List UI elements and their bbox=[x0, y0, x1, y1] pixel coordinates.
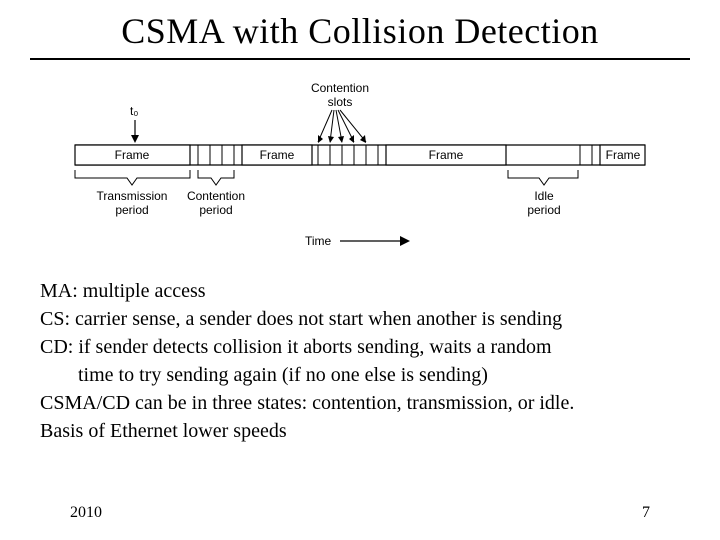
body-text: MA: multiple access CS: carrier sense, a… bbox=[40, 278, 680, 446]
footer-year: 2010 bbox=[70, 504, 102, 522]
frame-label-4: Frame bbox=[606, 148, 641, 162]
idle-period-l2: period bbox=[527, 203, 560, 217]
contention-period-l1: Contention bbox=[187, 189, 245, 203]
slide: CSMA with Collision Detection t₀ Content… bbox=[0, 0, 720, 540]
bullet-cd-line2: time to try sending again (if no one els… bbox=[40, 362, 680, 388]
contention-period-l2: period bbox=[199, 203, 232, 217]
bullet-basis: Basis of Ethernet lower speeds bbox=[40, 418, 680, 444]
frame-label-2: Frame bbox=[260, 148, 295, 162]
bullet-ma: MA: multiple access bbox=[40, 278, 680, 304]
contention-slots-label-1: Contention bbox=[311, 81, 369, 95]
bullet-states: CSMA/CD can be in three states: contenti… bbox=[40, 390, 680, 416]
bullet-cs: CS: carrier sense, a sender does not sta… bbox=[40, 306, 680, 332]
frame-label-3: Frame bbox=[429, 148, 464, 162]
frame-label-1: Frame bbox=[115, 148, 150, 162]
contention-slots-label-2: slots bbox=[328, 95, 353, 109]
page-title: CSMA with Collision Detection bbox=[0, 10, 720, 52]
title-divider bbox=[30, 58, 690, 60]
time-label: Time bbox=[305, 234, 332, 248]
footer-page-number: 7 bbox=[642, 504, 650, 522]
csma-cd-diagram: t₀ Contention slots Frame bbox=[60, 70, 660, 260]
idle-period-l1: Idle bbox=[534, 189, 554, 203]
transmission-period-l1: Transmission bbox=[97, 189, 168, 203]
bullet-cd-line1: CD: if sender detects collision it abort… bbox=[40, 334, 680, 360]
transmission-period-l2: period bbox=[115, 203, 148, 217]
diagram-svg: t₀ Contention slots Frame bbox=[60, 70, 660, 260]
t0-label: t₀ bbox=[130, 104, 138, 118]
